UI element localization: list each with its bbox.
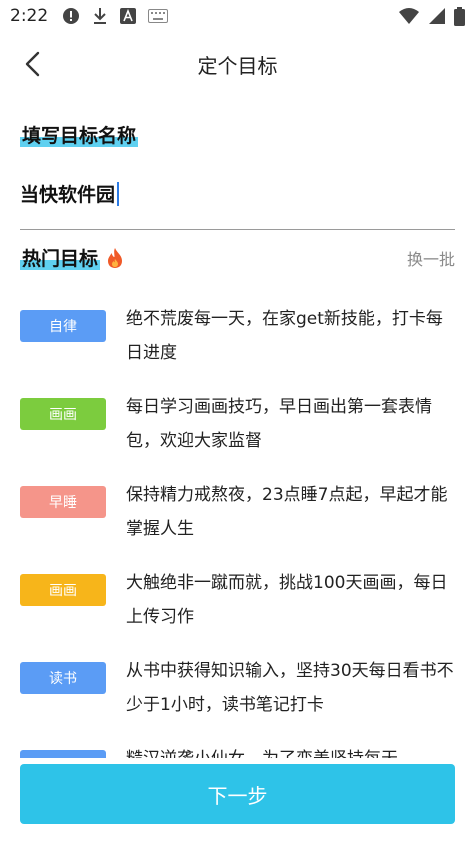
back-button[interactable] bbox=[14, 46, 50, 82]
goal-description: 绝不荒废每一天，在家get新技能，打卡每日进度 bbox=[126, 309, 443, 363]
goal-name-input[interactable]: 当快软件园 bbox=[20, 180, 120, 207]
status-system-icons bbox=[398, 6, 465, 26]
goal-item[interactable]: 糙汉逆袭小仙女，为了变美坚持每天 bbox=[20, 742, 460, 758]
chevron-left-icon bbox=[25, 51, 40, 77]
input-underline bbox=[20, 229, 455, 230]
status-notification-icons bbox=[62, 7, 169, 25]
hot-goals-header: 热门目标 换一批 bbox=[20, 244, 455, 271]
goal-tag bbox=[20, 750, 106, 758]
a-icon bbox=[120, 8, 137, 24]
alert-icon bbox=[62, 7, 80, 25]
keyboard-icon bbox=[148, 9, 169, 23]
goal-tag: 早睡 bbox=[20, 486, 106, 518]
download-icon bbox=[92, 7, 108, 25]
goal-item[interactable]: 画画 每日学习画画技巧，早日画出第一套表情包，欢迎大家监督 bbox=[20, 390, 460, 478]
goal-tag: 自律 bbox=[20, 310, 106, 342]
fire-icon bbox=[106, 247, 124, 269]
hot-goals-list: 自律 绝不荒废每一天，在家get新技能，打卡每日进度 画画 每日学习画画技巧，早… bbox=[20, 302, 460, 758]
goal-name-section-title: 填写目标名称 bbox=[20, 121, 139, 148]
refresh-goals-button[interactable]: 换一批 bbox=[407, 246, 455, 270]
hot-goals-title: 热门目标 bbox=[20, 244, 101, 271]
battery-icon bbox=[454, 6, 465, 26]
goal-description: 保持精力戒熬夜，23点睡7点起，早起才能掌握人生 bbox=[126, 485, 448, 539]
goal-item[interactable]: 自律 绝不荒废每一天，在家get新技能，打卡每日进度 bbox=[20, 302, 460, 390]
goal-tag: 画画 bbox=[20, 398, 106, 430]
wifi-icon bbox=[398, 7, 420, 25]
hot-goals-title-text: 热门目标 bbox=[20, 248, 101, 270]
next-step-button[interactable]: 下一步 bbox=[20, 764, 455, 824]
status-bar: 2:22 bbox=[0, 0, 475, 32]
status-time: 2:22 bbox=[10, 6, 49, 26]
goal-description: 每日学习画画技巧，早日画出第一套表情包，欢迎大家监督 bbox=[126, 397, 432, 451]
goal-tag: 画画 bbox=[20, 574, 106, 606]
signal-icon bbox=[428, 7, 446, 25]
page-title: 定个目标 bbox=[197, 53, 278, 78]
goal-item[interactable]: 读书 从书中获得知识输入，坚持30天每日看书不少于1小时，读书笔记打卡 bbox=[20, 654, 460, 742]
goal-description: 从书中获得知识输入，坚持30天每日看书不少于1小时，读书笔记打卡 bbox=[126, 661, 454, 715]
goal-description: 糙汉逆袭小仙女，为了变美坚持每天 bbox=[126, 742, 456, 758]
goal-description: 大触绝非一蹴而就，挑战100天画画，每日上传习作 bbox=[126, 573, 448, 627]
goal-item[interactable]: 早睡 保持精力戒熬夜，23点睡7点起，早起才能掌握人生 bbox=[20, 478, 460, 566]
goal-name-title-text: 填写目标名称 bbox=[20, 125, 139, 147]
goal-tag: 读书 bbox=[20, 662, 106, 694]
navigation-bar: 定个目标 bbox=[0, 32, 475, 96]
goal-item[interactable]: 画画 大触绝非一蹴而就，挑战100天画画，每日上传习作 bbox=[20, 566, 460, 654]
goal-name-value: 当快软件园 bbox=[20, 184, 116, 206]
text-cursor bbox=[117, 181, 120, 206]
